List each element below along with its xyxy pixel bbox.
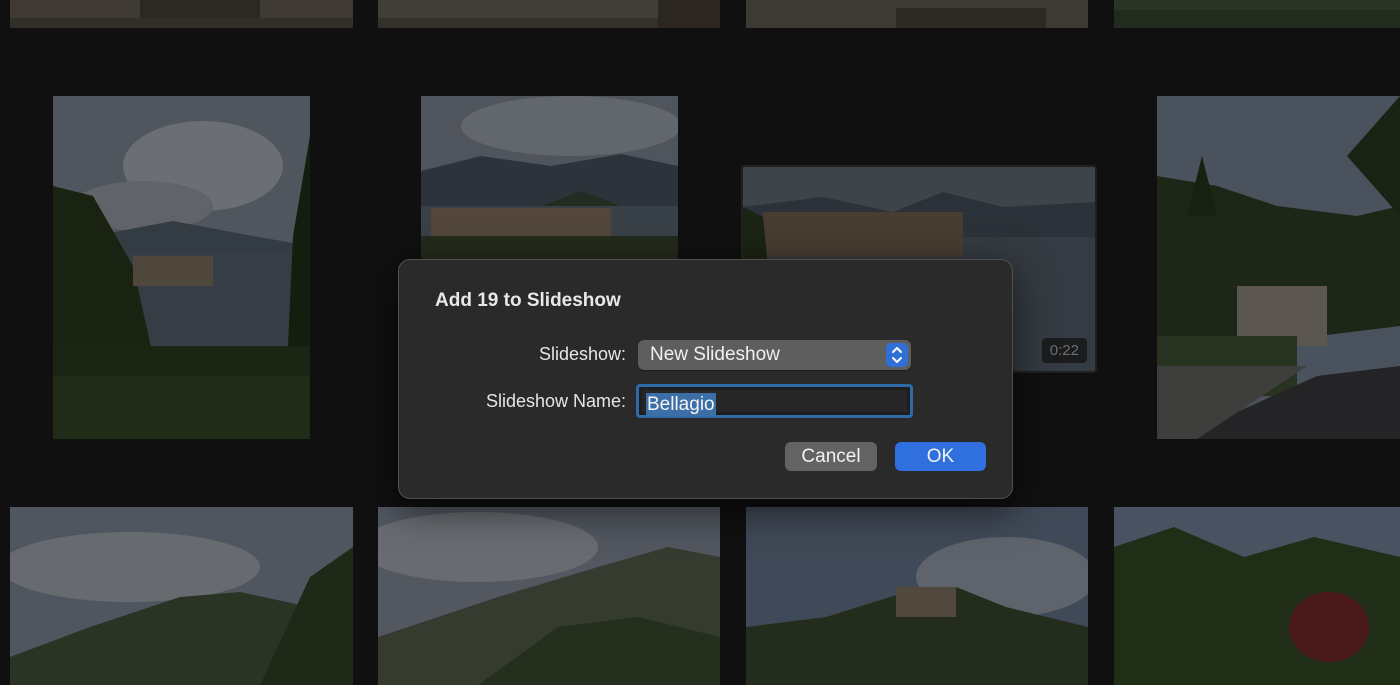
- photo-thumbnail[interactable]: [10, 0, 353, 28]
- slideshow-name-field[interactable]: Bellagio: [636, 384, 913, 418]
- photo-thumbnail[interactable]: [1157, 96, 1400, 439]
- dialog-title: Add 19 to Slideshow: [435, 290, 621, 311]
- photo-thumbnail[interactable]: [421, 96, 678, 267]
- photo-thumbnail[interactable]: [378, 507, 720, 685]
- photo-thumbnail[interactable]: [1114, 0, 1400, 28]
- slideshow-popup-button[interactable]: New Slideshow: [638, 340, 911, 370]
- slideshow-label: Slideshow:: [538, 344, 626, 364]
- add-to-slideshow-dialog: Add 19 to Slideshow Slideshow: New Slide…: [398, 259, 1013, 499]
- ok-button[interactable]: OK: [895, 442, 986, 471]
- video-duration: 0:22: [1041, 338, 1087, 363]
- slideshow-name-selected-text: Bellagio: [646, 393, 716, 416]
- slideshow-name-label: Slideshow Name:: [485, 391, 626, 411]
- photo-thumbnail[interactable]: [1114, 507, 1400, 685]
- photo-thumbnail[interactable]: [746, 507, 1088, 685]
- photo-thumbnail[interactable]: [10, 507, 353, 685]
- cancel-button[interactable]: Cancel: [785, 442, 877, 471]
- photo-thumbnail[interactable]: [378, 0, 720, 28]
- photo-thumbnail[interactable]: [746, 0, 1088, 28]
- slideshow-name-input[interactable]: Bellagio: [642, 390, 907, 416]
- up-down-chevron-icon: [886, 343, 908, 367]
- slideshow-popup-value: New Slideshow: [650, 344, 780, 365]
- photo-thumbnail[interactable]: [53, 96, 310, 439]
